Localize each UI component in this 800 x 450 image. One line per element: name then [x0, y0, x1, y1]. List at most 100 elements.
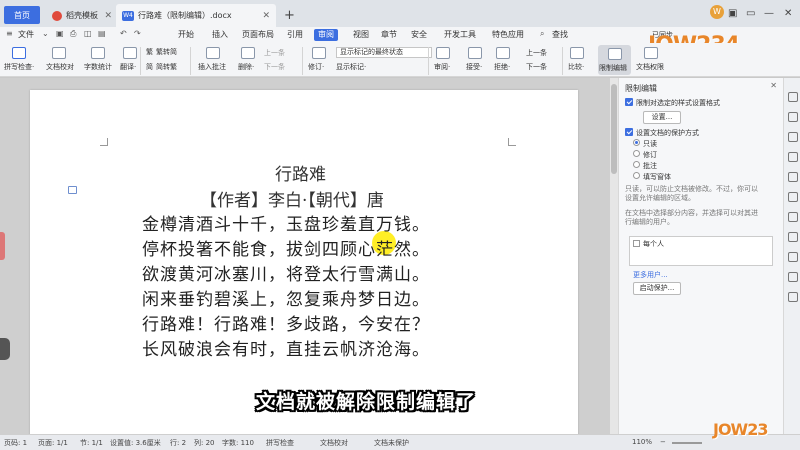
- markup-display-select[interactable]: 显示标记的最终状态: [336, 47, 432, 58]
- spellcheck-icon[interactable]: [12, 47, 26, 59]
- preview-icon[interactable]: ◫: [84, 29, 92, 38]
- word-count-button[interactable]: 字数统计: [84, 62, 112, 72]
- review-icon[interactable]: [436, 47, 450, 59]
- more-users-link[interactable]: 更多用户...: [633, 270, 668, 280]
- chevron-down-icon[interactable]: ⌄: [42, 29, 49, 38]
- insert-comment-button[interactable]: 插入批注: [198, 62, 226, 72]
- delete-comment-icon[interactable]: [241, 47, 255, 59]
- menu-developer[interactable]: 开发工具: [444, 29, 476, 41]
- restore-icon[interactable]: ▭: [746, 8, 755, 19]
- accept-icon[interactable]: [468, 47, 482, 59]
- sidebar-icon[interactable]: [788, 292, 798, 302]
- account-avatar[interactable]: W: [710, 5, 724, 19]
- start-protection-button[interactable]: 启动保护...: [633, 282, 681, 295]
- restrict-editing-button[interactable]: 限制编辑: [598, 45, 631, 75]
- doc-check-button[interactable]: 文档校对: [46, 62, 74, 72]
- reject-button[interactable]: 拒绝·: [494, 62, 510, 72]
- status-proof[interactable]: 文档校对: [320, 438, 348, 448]
- sidebar-icon[interactable]: [788, 212, 798, 222]
- insert-comment-icon[interactable]: [206, 47, 220, 59]
- permission-icon[interactable]: [644, 47, 658, 59]
- zoom-level[interactable]: 110%: [632, 438, 652, 446]
- undo-icon[interactable]: ↶: [120, 29, 127, 38]
- menu-insert[interactable]: 插入: [212, 29, 228, 41]
- prev-comment-button[interactable]: 上一条: [264, 48, 285, 58]
- sidebar-icon[interactable]: [788, 152, 798, 162]
- user-list[interactable]: 每个人: [629, 236, 773, 266]
- next-change-button[interactable]: 下一条: [526, 62, 547, 72]
- grid-icon[interactable]: ▣: [728, 8, 737, 19]
- compare-button[interactable]: 比较·: [568, 62, 584, 72]
- simp-icon[interactable]: 简: [146, 62, 153, 72]
- poem-title[interactable]: 行路难: [275, 160, 326, 185]
- sidebar-icon[interactable]: [788, 132, 798, 142]
- review-button[interactable]: 审阅·: [434, 62, 450, 72]
- menu-file[interactable]: 文件: [18, 29, 34, 41]
- track-changes-button[interactable]: 修订·: [308, 62, 324, 72]
- menu-security[interactable]: 安全: [411, 29, 427, 41]
- translate-button[interactable]: 翻译·: [120, 62, 136, 72]
- menu-reference[interactable]: 引用: [287, 29, 303, 41]
- simp-to-trad-button[interactable]: 简转繁: [156, 62, 177, 72]
- reject-icon[interactable]: [496, 47, 510, 59]
- menu-layout[interactable]: 页面布局: [242, 29, 274, 41]
- everyone-checkbox[interactable]: [633, 240, 640, 247]
- doc-permission-button[interactable]: 文档权限: [636, 62, 664, 72]
- menu-view[interactable]: 视图: [353, 29, 369, 41]
- search-icon[interactable]: ⌕: [540, 29, 544, 39]
- scroll-thumb[interactable]: [611, 84, 617, 174]
- close-icon[interactable]: ✕: [770, 81, 777, 90]
- word-count-icon[interactable]: [91, 47, 105, 59]
- poem-line[interactable]: 闲来垂钓碧溪上，忽复乘舟梦日边。: [142, 285, 430, 310]
- zoom-out-icon[interactable]: −: [660, 438, 666, 446]
- settings-button[interactable]: 设置...: [643, 111, 681, 124]
- menu-features[interactable]: 特色应用: [492, 29, 524, 41]
- sidebar-icon[interactable]: [788, 232, 798, 242]
- poem-line[interactable]: 行路难！行路难！多歧路，今安在？: [142, 310, 430, 335]
- trad-to-simp-button[interactable]: 繁转简: [156, 47, 177, 57]
- trad-icon[interactable]: 繁: [146, 47, 153, 57]
- new-tab-button[interactable]: +: [284, 8, 295, 23]
- spellcheck-button[interactable]: 拼写检查·: [4, 62, 34, 72]
- doc-check-icon[interactable]: [52, 47, 66, 59]
- status-spell[interactable]: 拼写检查: [266, 438, 294, 448]
- lock-icon[interactable]: [788, 272, 798, 282]
- poem-line[interactable]: 停杯投箸不能食，拔剑四顾心茫然。: [142, 235, 430, 260]
- radio-revision[interactable]: [633, 150, 640, 157]
- menu-icon[interactable]: ≡: [6, 29, 13, 38]
- document-area[interactable]: 行路难 【作者】李白·【朝代】唐 金樽清酒斗十千，玉盘珍羞直万钱。 停杯投箸不能…: [0, 78, 618, 440]
- next-comment-button[interactable]: 下一条: [264, 62, 285, 72]
- sidebar-icon[interactable]: [788, 172, 798, 182]
- zoom-slider[interactable]: [672, 442, 702, 444]
- translate-icon[interactable]: [123, 47, 137, 59]
- format-restrict-checkbox[interactable]: [625, 98, 633, 106]
- tab-template[interactable]: 稻壳模板 ✕: [48, 4, 112, 27]
- close-window-button[interactable]: ✕: [784, 8, 792, 19]
- sidebar-icon[interactable]: [788, 112, 798, 122]
- radio-form[interactable]: [633, 172, 640, 179]
- poem-line[interactable]: 金樽清酒斗十千，玉盘珍羞直万钱。: [142, 210, 430, 235]
- prev-change-button[interactable]: 上一条: [526, 48, 547, 58]
- tab-document[interactable]: W4 行路难（限制编辑）.docx ✕: [116, 4, 276, 27]
- save-icon[interactable]: ▣: [56, 29, 64, 38]
- poem-author[interactable]: 【作者】李白·【朝代】唐: [200, 186, 384, 211]
- close-icon[interactable]: ✕: [104, 11, 112, 21]
- menu-search[interactable]: 查找: [552, 29, 568, 41]
- accept-button[interactable]: 接受·: [466, 62, 482, 72]
- sidebar-icon[interactable]: [788, 92, 798, 102]
- print-icon[interactable]: ⎙: [70, 29, 76, 39]
- sidebar-icon[interactable]: [788, 252, 798, 262]
- export-icon[interactable]: ▤: [98, 29, 106, 38]
- radio-comment[interactable]: [633, 161, 640, 168]
- track-changes-icon[interactable]: [312, 47, 326, 59]
- tab-home[interactable]: 首页: [4, 6, 40, 24]
- redo-icon[interactable]: ↷: [134, 29, 141, 38]
- protection-checkbox[interactable]: [625, 128, 633, 136]
- paragraph-handle-icon[interactable]: [68, 186, 77, 194]
- vertical-scrollbar[interactable]: [610, 78, 618, 434]
- close-icon[interactable]: ✕: [262, 11, 270, 21]
- radio-readonly[interactable]: [633, 139, 640, 146]
- menu-chapter[interactable]: 章节: [381, 29, 397, 41]
- delete-button[interactable]: 删除·: [238, 62, 254, 72]
- menu-review[interactable]: 审阅: [314, 29, 338, 41]
